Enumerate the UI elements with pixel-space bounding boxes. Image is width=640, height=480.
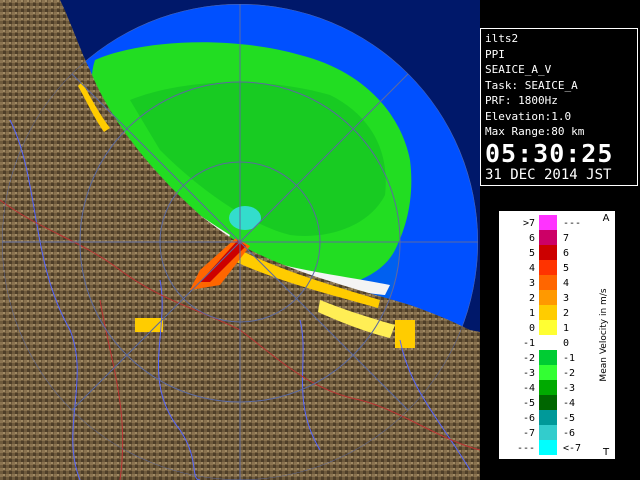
radar-ppi-view	[0, 0, 480, 480]
legend-right-label: 5	[563, 263, 569, 274]
product-name: SEAICE_A_V	[485, 63, 552, 76]
legend-left-label: >7	[523, 218, 535, 229]
elevation-value: Elevation:1.0	[485, 109, 572, 123]
legend-left-label: -1	[523, 338, 535, 349]
legend-top-marker: A	[603, 213, 610, 224]
legend-color-swatch	[539, 320, 557, 335]
legend-right-label: -1	[563, 353, 575, 364]
legend-right-label: -4	[563, 398, 575, 409]
legend-rows: >7 --- 6 7 5 6 4 5 3 4 2 3 1 2 0 1 -1 0 -2 -1 -3 -2 -4 -3 -5 -4 -6…	[517, 215, 581, 455]
legend-color-swatch	[539, 410, 557, 425]
legend-color-swatch	[539, 440, 557, 455]
echo-yellow-inland	[135, 318, 163, 332]
legend-color-swatch	[539, 305, 557, 320]
legend-color-swatch	[539, 365, 557, 380]
max-range-value: Max Range:80 km	[485, 125, 585, 138]
legend-left-label: -2	[523, 353, 535, 364]
legend-right-label: 0	[563, 338, 569, 349]
legend-color-swatch	[539, 215, 557, 230]
legend-left-label: ---	[517, 443, 535, 454]
legend-right-label: -3	[563, 383, 575, 394]
legend-color-swatch	[539, 275, 557, 290]
legend-left-label: 2	[529, 293, 535, 304]
legend-left-label: -3	[523, 368, 535, 379]
task-name: Task: SEAICE_A	[485, 78, 578, 92]
site-name: ilts2	[485, 32, 519, 45]
legend-left-label: 1	[529, 308, 535, 319]
legend-title: Mean Velocity in m/s	[599, 288, 609, 381]
legend-left-label: -6	[523, 413, 535, 424]
scan-date: 31 DEC 2014 JST	[485, 166, 612, 183]
legend-right-label: 7	[563, 233, 569, 244]
legend-left-label: -5	[523, 398, 535, 409]
legend-bottom-marker: T	[602, 447, 610, 458]
legend-color-swatch	[539, 395, 557, 410]
legend-left-label: -7	[523, 428, 535, 439]
legend-left-label: 6	[529, 233, 535, 244]
legend-color-swatch	[539, 230, 557, 245]
velocity-legend: >7 --- 6 7 5 6 4 5 3 4 2 3 1 2 0 1 -1 0 -2 -1 -3 -2 -4 -3 -5 -4 -6…	[498, 210, 616, 460]
legend-right-label: 2	[563, 308, 569, 319]
legend-right-label: -6	[563, 428, 575, 439]
legend-color-swatch	[539, 425, 557, 440]
legend-right-label: ---	[563, 218, 581, 229]
legend-svg: >7 --- 6 7 5 6 4 5 3 4 2 3 1 2 0 1 -1 0 -2 -1 -3 -2 -4 -3 -5 -4 -6…	[517, 213, 610, 458]
legend-left-label: 0	[529, 323, 535, 334]
legend-right-label: 6	[563, 248, 569, 259]
echo-yellow-inland-east	[395, 320, 415, 348]
legend-right-label: 3	[563, 293, 569, 304]
legend-right-label: -2	[563, 368, 575, 379]
legend-left-label: 5	[529, 248, 535, 259]
legend-left-label: 4	[529, 263, 535, 274]
scan-type: PPI	[485, 47, 505, 61]
legend-right-label: -5	[563, 413, 575, 424]
legend-color-swatch	[539, 350, 557, 365]
radar-map-svg	[0, 0, 480, 480]
radar-info-panel: ilts2 PPI SEAICE_A_V Task: SEAICE_A PRF:…	[480, 28, 638, 186]
legend-color-swatch	[539, 260, 557, 275]
legend-color-swatch	[539, 335, 557, 350]
legend-right-label: <-7	[563, 443, 581, 454]
legend-color-swatch	[539, 245, 557, 260]
legend-left-label: 3	[529, 278, 535, 289]
legend-color-swatch	[539, 290, 557, 305]
legend-color-swatch	[539, 380, 557, 395]
scan-time: 05:30:25	[485, 138, 614, 168]
legend-left-label: -4	[523, 383, 535, 394]
legend-right-label: 4	[563, 278, 569, 289]
legend-right-label: 1	[563, 323, 569, 334]
prf-value: PRF: 1800Hz	[485, 94, 558, 107]
